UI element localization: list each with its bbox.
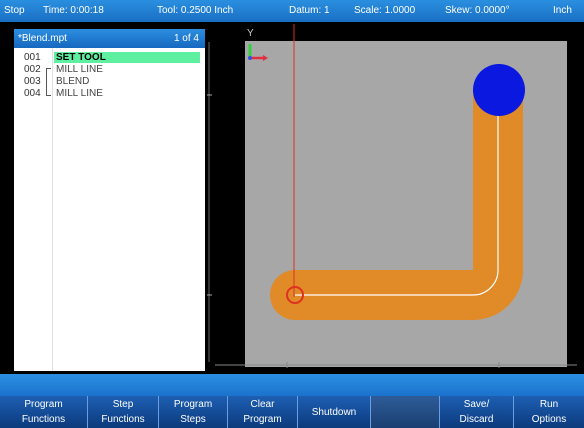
step-number: 004	[24, 88, 41, 99]
status-tool: Tool: 0.2500 Inch	[157, 5, 234, 16]
step-row-004[interactable]: 004 MILL LINE	[14, 88, 205, 100]
left-edge	[0, 22, 14, 374]
status-skew: Skew: 0.0000°	[445, 5, 510, 16]
softkey-bar: Program Functions Step Functions Program…	[0, 396, 584, 428]
clear-program-button[interactable]: Clear Program	[228, 396, 298, 428]
step-row-001[interactable]: 001 SET TOOL	[14, 52, 205, 64]
step-number: 003	[24, 76, 41, 87]
step-number: 002	[24, 64, 41, 75]
step-row-003[interactable]: 003 BLEND	[14, 76, 205, 88]
shutdown-button[interactable]: Shutdown	[298, 396, 371, 428]
step-row-002[interactable]: 002 MILL LINE	[14, 64, 205, 76]
toolpath-canvas[interactable]: Y	[205, 22, 584, 374]
step-label: BLEND	[56, 76, 90, 87]
blank-softkey[interactable]	[371, 396, 440, 428]
info-strip	[0, 374, 584, 396]
status-units: Inch	[553, 5, 572, 16]
program-panel: *Blend.mpt 1 of 4 001 SET TOOL 002 MILL …	[14, 29, 205, 371]
toolpath-graphic: Y	[207, 24, 577, 368]
step-label: MILL LINE	[56, 88, 103, 99]
step-number: 001	[24, 52, 41, 63]
status-time: Time: 0:00:18	[43, 5, 104, 16]
step-group-bracket	[46, 68, 51, 96]
program-header: *Blend.mpt 1 of 4	[14, 29, 205, 48]
status-datum: Datum: 1	[289, 5, 330, 16]
status-scale: Scale: 1.0000	[354, 5, 416, 16]
program-steps-button[interactable]: Program Steps	[159, 396, 228, 428]
run-options-button[interactable]: Run Options	[514, 396, 584, 428]
status-bar: Stop Time: 0:00:18 Tool: 0.2500 Inch Dat…	[0, 0, 584, 22]
program-filename: *Blend.mpt	[18, 33, 67, 44]
status-mode: Stop	[4, 5, 25, 16]
tool-circle	[473, 64, 525, 116]
step-label: SET TOOL	[54, 52, 200, 63]
step-functions-button[interactable]: Step Functions	[88, 396, 159, 428]
axis-y-label: Y	[247, 28, 254, 39]
program-functions-button[interactable]: Program Functions	[0, 396, 88, 428]
save-discard-button[interactable]: Save/ Discard	[440, 396, 514, 428]
step-label: MILL LINE	[56, 64, 103, 75]
program-pager: 1 of 4	[173, 33, 199, 44]
